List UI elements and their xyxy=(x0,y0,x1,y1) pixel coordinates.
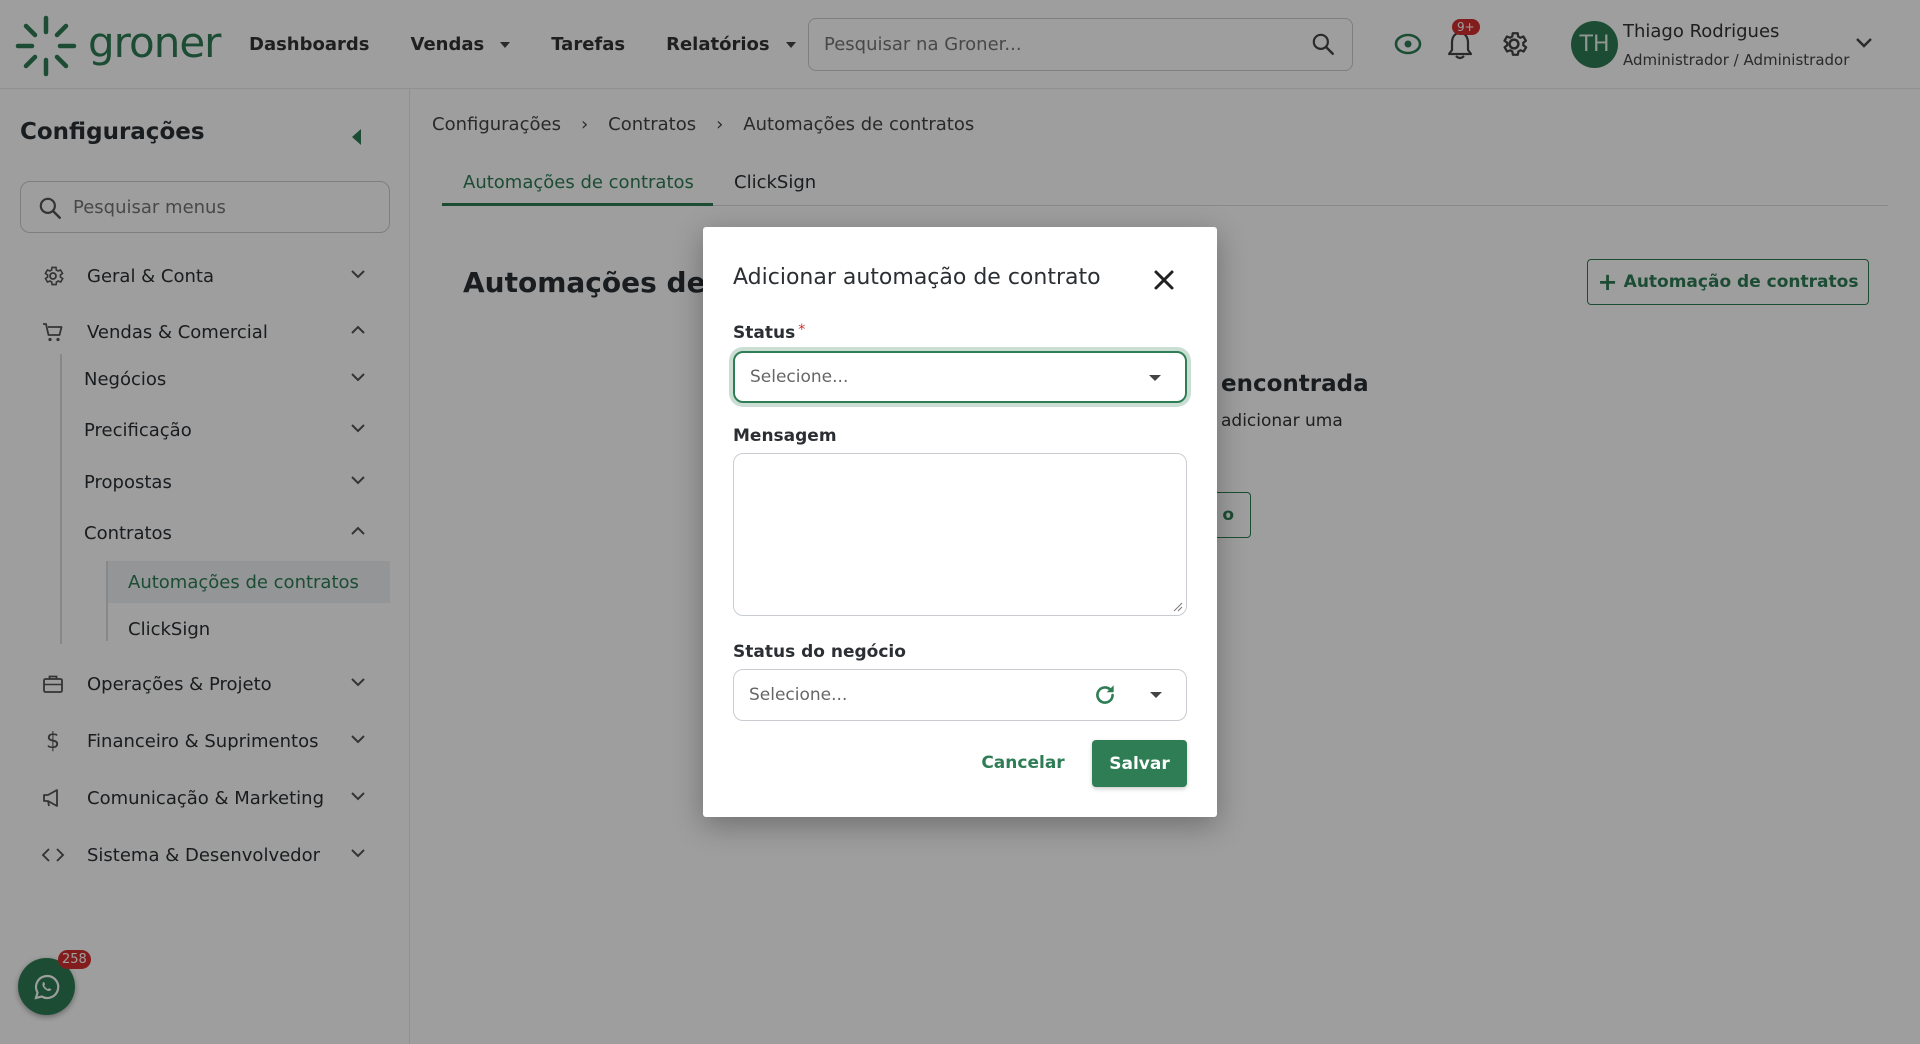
cancel-button[interactable]: Cancelar xyxy=(974,740,1072,786)
deal-status-select[interactable]: Selecione... xyxy=(733,669,1187,721)
close-icon[interactable] xyxy=(1151,267,1177,293)
deal-status-label: Status do negócio xyxy=(733,642,906,662)
required-asterisk: * xyxy=(798,322,806,338)
message-textarea[interactable] xyxy=(733,453,1187,616)
status-select-value: Selecione... xyxy=(750,367,849,387)
status-label: Status * xyxy=(733,322,806,343)
resize-handle-icon[interactable] xyxy=(1173,602,1183,612)
status-label-text: Status xyxy=(733,323,796,343)
deal-status-select-value: Selecione... xyxy=(749,685,848,705)
refresh-icon[interactable] xyxy=(1092,682,1118,708)
dropdown-arrow-icon xyxy=(1150,692,1162,698)
add-automation-dialog: Adicionar automação de contrato Status * … xyxy=(703,227,1217,817)
save-button[interactable]: Salvar xyxy=(1092,740,1187,787)
status-select[interactable]: Selecione... xyxy=(733,351,1187,403)
dropdown-arrow-icon xyxy=(1149,375,1161,381)
dialog-title: Adicionar automação de contrato xyxy=(733,265,1101,290)
message-label: Mensagem xyxy=(733,426,837,446)
